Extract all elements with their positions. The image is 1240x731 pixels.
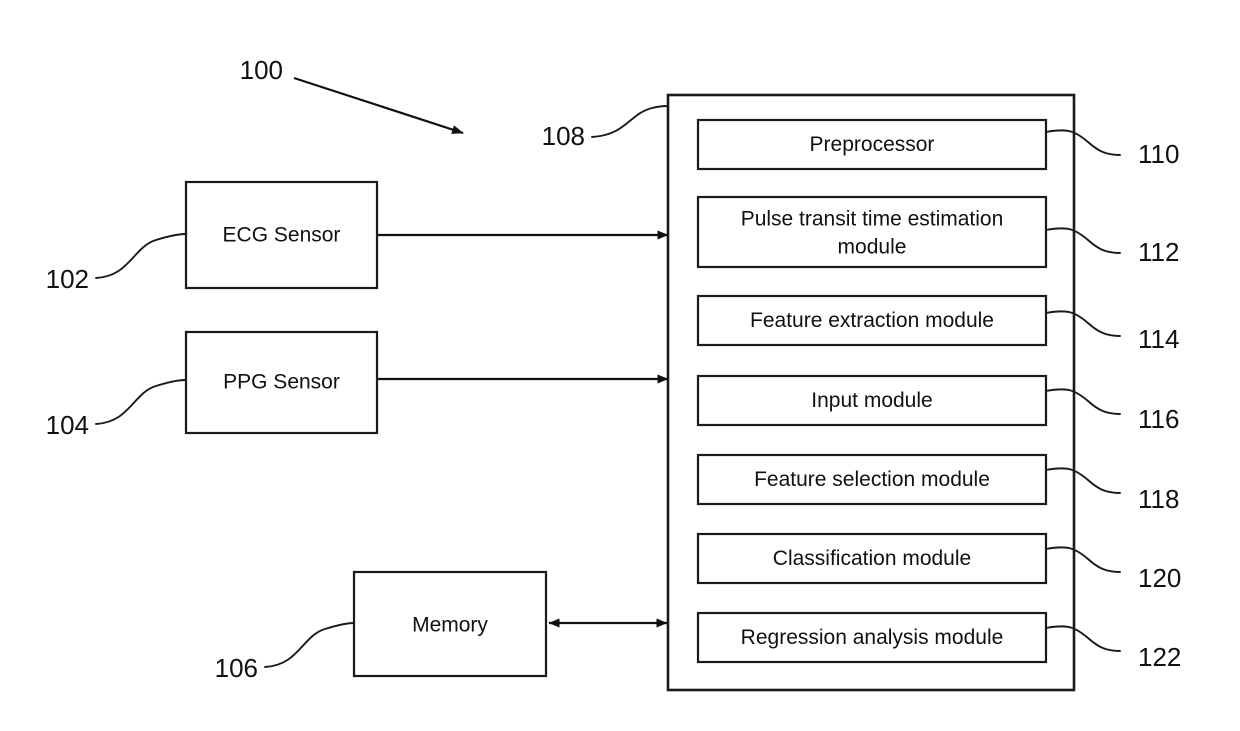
block-diagram: 100 ECG Sensor 102 PPG Sensor 104 Memory…	[46, 55, 1181, 692]
ref-numeral-110: 110	[1138, 139, 1179, 169]
figure-canvas: 100 ECG Sensor 102 PPG Sensor 104 Memory…	[0, 0, 1240, 731]
ecg-sensor-label: ECG Sensor	[223, 224, 341, 247]
leader-line-108	[591, 105, 669, 138]
module-pulse-transit-time-estimation-label-line2: module	[838, 236, 907, 259]
ref-numeral-118: 118	[1138, 484, 1179, 514]
module-feature-selection-label: Feature selection module	[754, 468, 990, 491]
module-pulse-transit-time-estimation-label-line1: Pulse transit time estimation	[741, 208, 1004, 231]
module-regression-analysis-label: Regression analysis module	[741, 626, 1004, 649]
ecg-sensor-block[interactable]: ECG Sensor	[184, 180, 379, 290]
memory-block[interactable]: Memory	[352, 570, 548, 678]
module-preprocessor[interactable]: Preprocessor	[696, 118, 1048, 171]
module-feature-selection[interactable]: Feature selection module	[696, 453, 1048, 506]
module-input-label: Input module	[811, 389, 932, 412]
ppg-sensor-label: PPG Sensor	[223, 371, 340, 394]
module-feature-extraction[interactable]: Feature extraction module	[696, 294, 1048, 347]
ref-numeral-100: 100	[240, 55, 283, 85]
module-classification[interactable]: Classification module	[696, 532, 1048, 585]
module-pulse-transit-time-estimation[interactable]: Pulse transit time estimation module	[696, 195, 1048, 269]
module-classification-label: Classification module	[773, 547, 971, 570]
memory-label: Memory	[412, 614, 488, 637]
ref-numeral-120: 120	[1138, 563, 1181, 593]
ref-numeral-102: 102	[46, 264, 89, 294]
leader-line-106	[264, 622, 355, 668]
ref-numeral-108: 108	[542, 121, 585, 151]
ref-numeral-112: 112	[1138, 237, 1179, 267]
ref-numeral-104: 104	[46, 410, 89, 440]
module-feature-extraction-label: Feature extraction module	[750, 309, 994, 332]
ppg-sensor-block[interactable]: PPG Sensor	[184, 330, 379, 435]
ref-numeral-122: 122	[1138, 642, 1181, 672]
leader-line-102	[95, 233, 187, 279]
module-input[interactable]: Input module	[696, 374, 1048, 427]
system-pointer-arrow	[293, 76, 464, 135]
module-regression-analysis[interactable]: Regression analysis module	[696, 611, 1048, 664]
ref-numeral-116: 116	[1138, 404, 1179, 434]
module-preprocessor-label: Preprocessor	[810, 133, 935, 156]
ref-numeral-106: 106	[215, 653, 258, 683]
leader-line-104	[95, 379, 187, 425]
ref-numeral-114: 114	[1138, 324, 1179, 354]
